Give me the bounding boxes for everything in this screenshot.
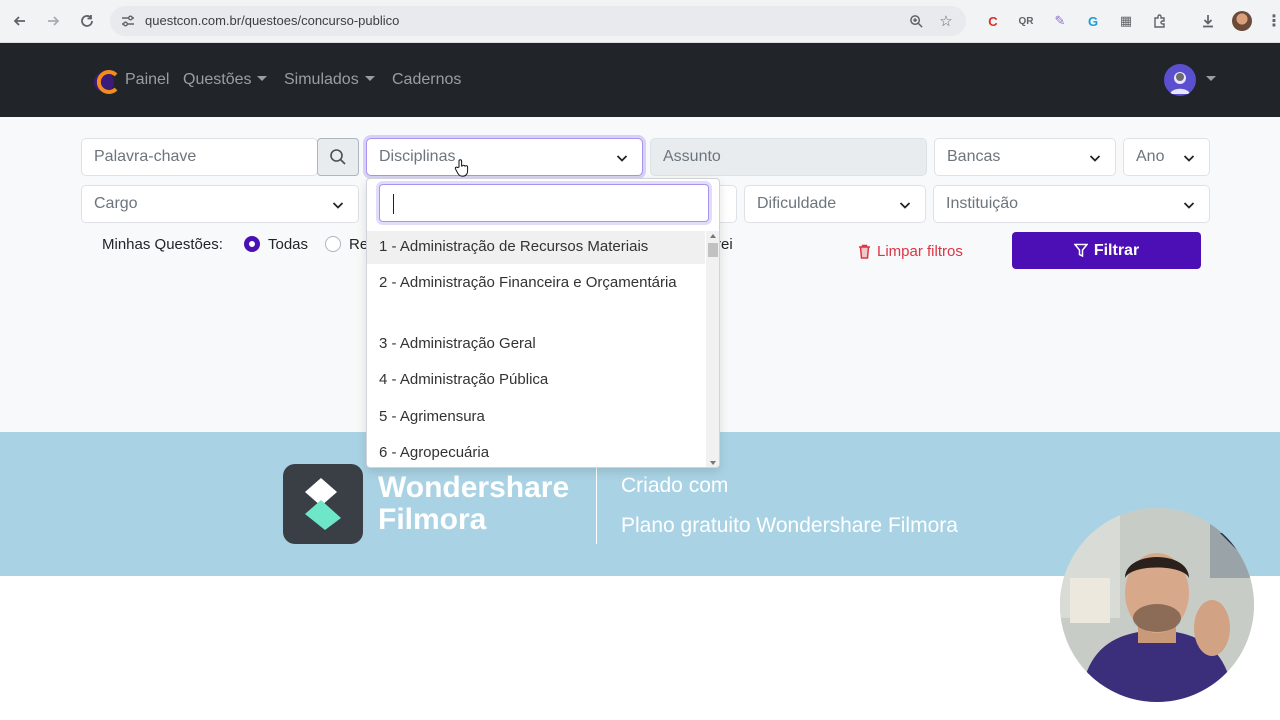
assunto-label: Assunto (663, 148, 721, 165)
dropdown-option[interactable]: 3 - Administração Geral (367, 332, 705, 360)
chevron-down-icon (899, 202, 911, 209)
radio-option-2[interactable] (325, 236, 341, 252)
profile-avatar-icon[interactable] (1232, 11, 1252, 31)
filmora-brand-line1: Wondershare (378, 471, 570, 504)
disciplinas-dropdown: 1 - Administração de Recursos Materiais … (366, 178, 720, 468)
ano-select[interactable]: Ano (1123, 138, 1210, 176)
keyword-input[interactable]: Palavra-chave (81, 138, 318, 176)
radio-todas-label[interactable]: Todas (268, 236, 308, 253)
forward-icon[interactable] (42, 10, 64, 32)
dificuldade-label: Dificuldade (757, 195, 837, 212)
assunto-select[interactable]: Assunto (650, 138, 927, 176)
webcam-overlay (1060, 508, 1254, 702)
filter-icon (1073, 243, 1088, 258)
nav-cadernos[interactable]: Cadernos (392, 71, 461, 89)
filmora-logo-icon (283, 464, 363, 544)
watermark-divider (596, 464, 597, 544)
ano-label: Ano (1136, 148, 1165, 165)
limpar-filtros-label: Limpar filtros (877, 243, 963, 260)
chevron-down-icon[interactable] (1206, 76, 1216, 81)
radio-todas[interactable] (244, 236, 260, 252)
instituicao-select[interactable]: Instituição (933, 185, 1210, 223)
menu-kebab-icon[interactable]: ⋮ (1264, 11, 1280, 31)
nav-questoes-label: Questões (183, 71, 252, 88)
chevron-down-icon (257, 76, 268, 81)
chevron-down-icon (1183, 202, 1195, 209)
grid-extension-icon[interactable]: ▦ (1116, 11, 1136, 31)
dropdown-scrollbar[interactable] (706, 231, 719, 467)
nav-questoes[interactable]: Questões (183, 71, 268, 89)
bancas-select[interactable]: Bancas (934, 138, 1116, 176)
dropdown-option[interactable]: 5 - Agrimensura (367, 405, 705, 433)
disciplinas-select[interactable]: Disciplinas (366, 138, 643, 176)
pen-extension-icon[interactable]: ✎ (1050, 11, 1070, 31)
instituicao-label: Instituição (946, 195, 1019, 212)
cargo-select[interactable]: Cargo (81, 185, 359, 223)
scroll-up-icon[interactable] (710, 234, 716, 238)
trash-icon (859, 244, 870, 259)
search-icon (330, 149, 346, 165)
bookmark-star-icon[interactable]: ☆ (936, 11, 956, 31)
address-bar[interactable]: questcon.com.br/questoes/concurso-public… (110, 6, 966, 36)
zoom-icon[interactable] (906, 11, 926, 31)
dropdown-search-input[interactable] (379, 184, 709, 222)
nav-painel[interactable]: Painel (125, 71, 169, 89)
nav-simulados-label: Simulados (284, 71, 359, 88)
url-text[interactable]: questcon.com.br/questoes/concurso-public… (145, 13, 399, 28)
g-extension-icon[interactable]: G (1083, 11, 1103, 31)
hand-cursor-icon (454, 159, 469, 177)
chevron-down-icon (1183, 155, 1195, 162)
app-navbar: Painel Questões Simulados Cadernos (0, 43, 1280, 117)
site-settings-icon[interactable] (120, 13, 136, 29)
dropdown-option[interactable]: 1 - Administração de Recursos Materiais (367, 231, 705, 264)
scrollbar-thumb[interactable] (708, 243, 718, 257)
dificuldade-select[interactable]: Dificuldade (744, 185, 926, 223)
extension-icon[interactable]: C (983, 11, 1003, 31)
user-avatar[interactable] (1164, 64, 1196, 96)
dropdown-option[interactable]: 2 - Administração Financeira e Orçamentá… (367, 271, 705, 323)
keyword-placeholder: Palavra-chave (94, 148, 197, 165)
filmora-brand: Wondershare Filmora (378, 472, 569, 536)
dropdown-option[interactable]: 4 - Administração Pública (367, 368, 705, 396)
chevron-down-icon (616, 155, 628, 162)
scroll-down-icon[interactable] (710, 461, 716, 465)
browser-toolbar: questcon.com.br/questoes/concurso-public… (0, 0, 1280, 43)
filmora-brand-line2: Filmora (378, 503, 487, 536)
cargo-label: Cargo (94, 195, 138, 212)
reload-icon[interactable] (76, 10, 98, 32)
questcon-logo-icon[interactable] (92, 67, 122, 97)
filtrar-button[interactable]: Filtrar (1012, 232, 1201, 269)
back-icon[interactable] (9, 10, 31, 32)
chevron-down-icon (364, 76, 375, 81)
watermark-line1: Criado com (621, 474, 729, 497)
text-cursor (393, 194, 394, 214)
chevron-down-icon (332, 202, 344, 209)
extensions-puzzle-icon[interactable] (1150, 11, 1170, 31)
qr-extension-icon[interactable]: QR (1016, 11, 1036, 31)
minhas-questoes-label: Minhas Questões: (102, 236, 223, 253)
limpar-filtros-button[interactable]: Limpar filtros (858, 243, 963, 260)
download-icon[interactable] (1198, 11, 1218, 31)
nav-simulados[interactable]: Simulados (284, 71, 375, 89)
disciplinas-label: Disciplinas (379, 148, 456, 165)
bancas-label: Bancas (947, 148, 1001, 165)
chevron-down-icon (1089, 155, 1101, 162)
watermark-line2: Plano gratuito Wondershare Filmora (621, 514, 958, 537)
search-button[interactable] (317, 138, 359, 176)
filtrar-label: Filtrar (1093, 241, 1140, 259)
dropdown-option[interactable]: 6 - Agropecuária (367, 441, 705, 467)
